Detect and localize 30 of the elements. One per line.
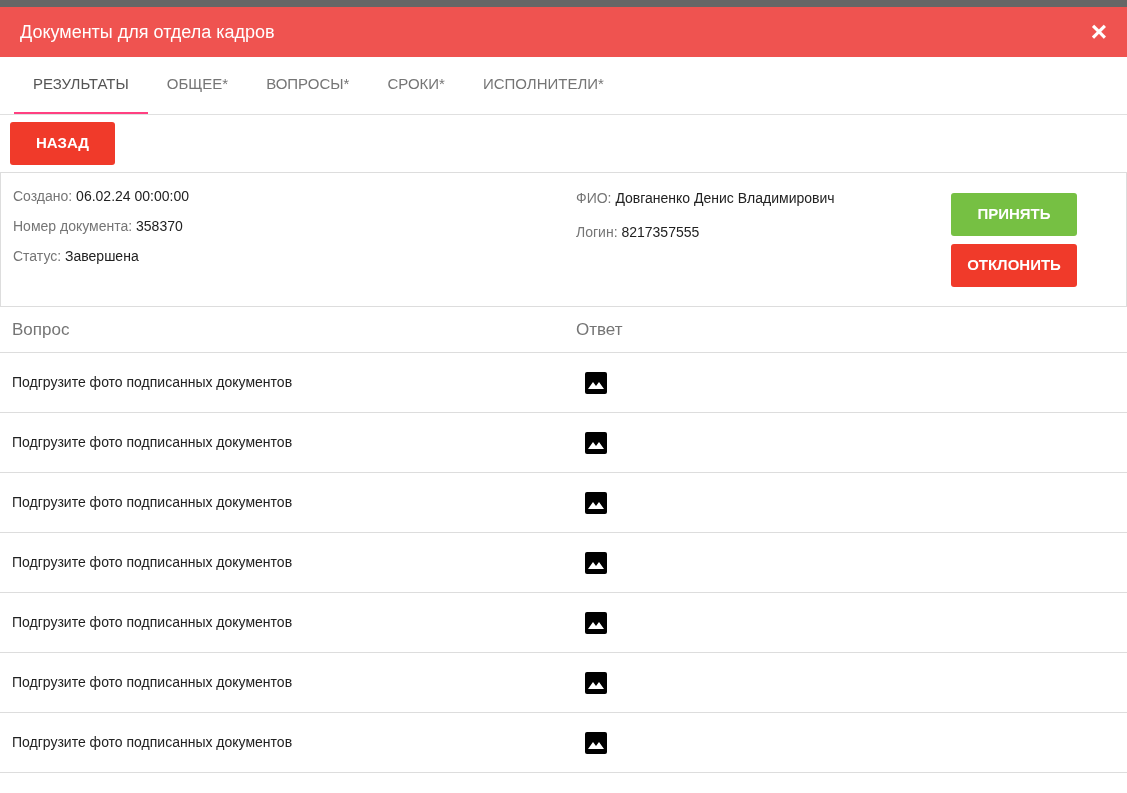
column-header: Вопрос — [11, 318, 71, 341]
tab[interactable]: РЕЗУЛЬТАТЫ — [14, 57, 148, 114]
info-field: Создано: 06.02.24 00:00:00 — [13, 185, 576, 207]
tab[interactable]: ВОПРОСЫ* — [247, 57, 369, 114]
close-button[interactable]: × — [1090, 18, 1107, 46]
image-icon[interactable] — [584, 550, 608, 575]
image-icon[interactable] — [584, 430, 608, 455]
image-icon[interactable] — [584, 610, 608, 635]
image-icon[interactable] — [584, 670, 608, 695]
tab[interactable]: ОБЩЕЕ* — [147, 57, 248, 114]
table-cell-text: Подгрузите фото подписанных документов — [11, 373, 294, 392]
modal-title: Документы для отдела кадров — [20, 20, 275, 44]
info-field: Номер документа: 358370 — [13, 215, 576, 237]
back-button[interactable]: НАЗАД — [10, 122, 115, 165]
table-cell-text: Подгрузите фото подписанных документов — [11, 613, 294, 632]
column-header: Ответ — [576, 318, 623, 341]
table-cell-text: Подгрузите фото подписанных документов — [11, 493, 294, 512]
image-icon[interactable] — [584, 730, 608, 755]
table-cell-text: Подгрузите фото подписанных документов — [11, 673, 294, 692]
table-cell-text: Подгрузите фото подписанных документов — [11, 733, 294, 752]
table-cell-text: Подгрузите фото подписанных документов — [11, 433, 294, 452]
info-field: ФИО: Довганенко Денис Владимирович — [576, 185, 951, 211]
reject-button[interactable]: ОТКЛОНИТЬ — [951, 244, 1077, 287]
tab[interactable]: ИСПОЛНИТЕЛИ* — [463, 57, 623, 114]
image-icon[interactable] — [584, 490, 608, 515]
table-cell-text: Подгрузите фото подписанных документов — [11, 553, 294, 572]
image-icon[interactable] — [584, 370, 608, 395]
info-field: Логин: 8217357555 — [576, 219, 951, 245]
info-field: Статус: Завершена — [13, 245, 576, 267]
tab[interactable]: СРОКИ* — [368, 57, 464, 114]
